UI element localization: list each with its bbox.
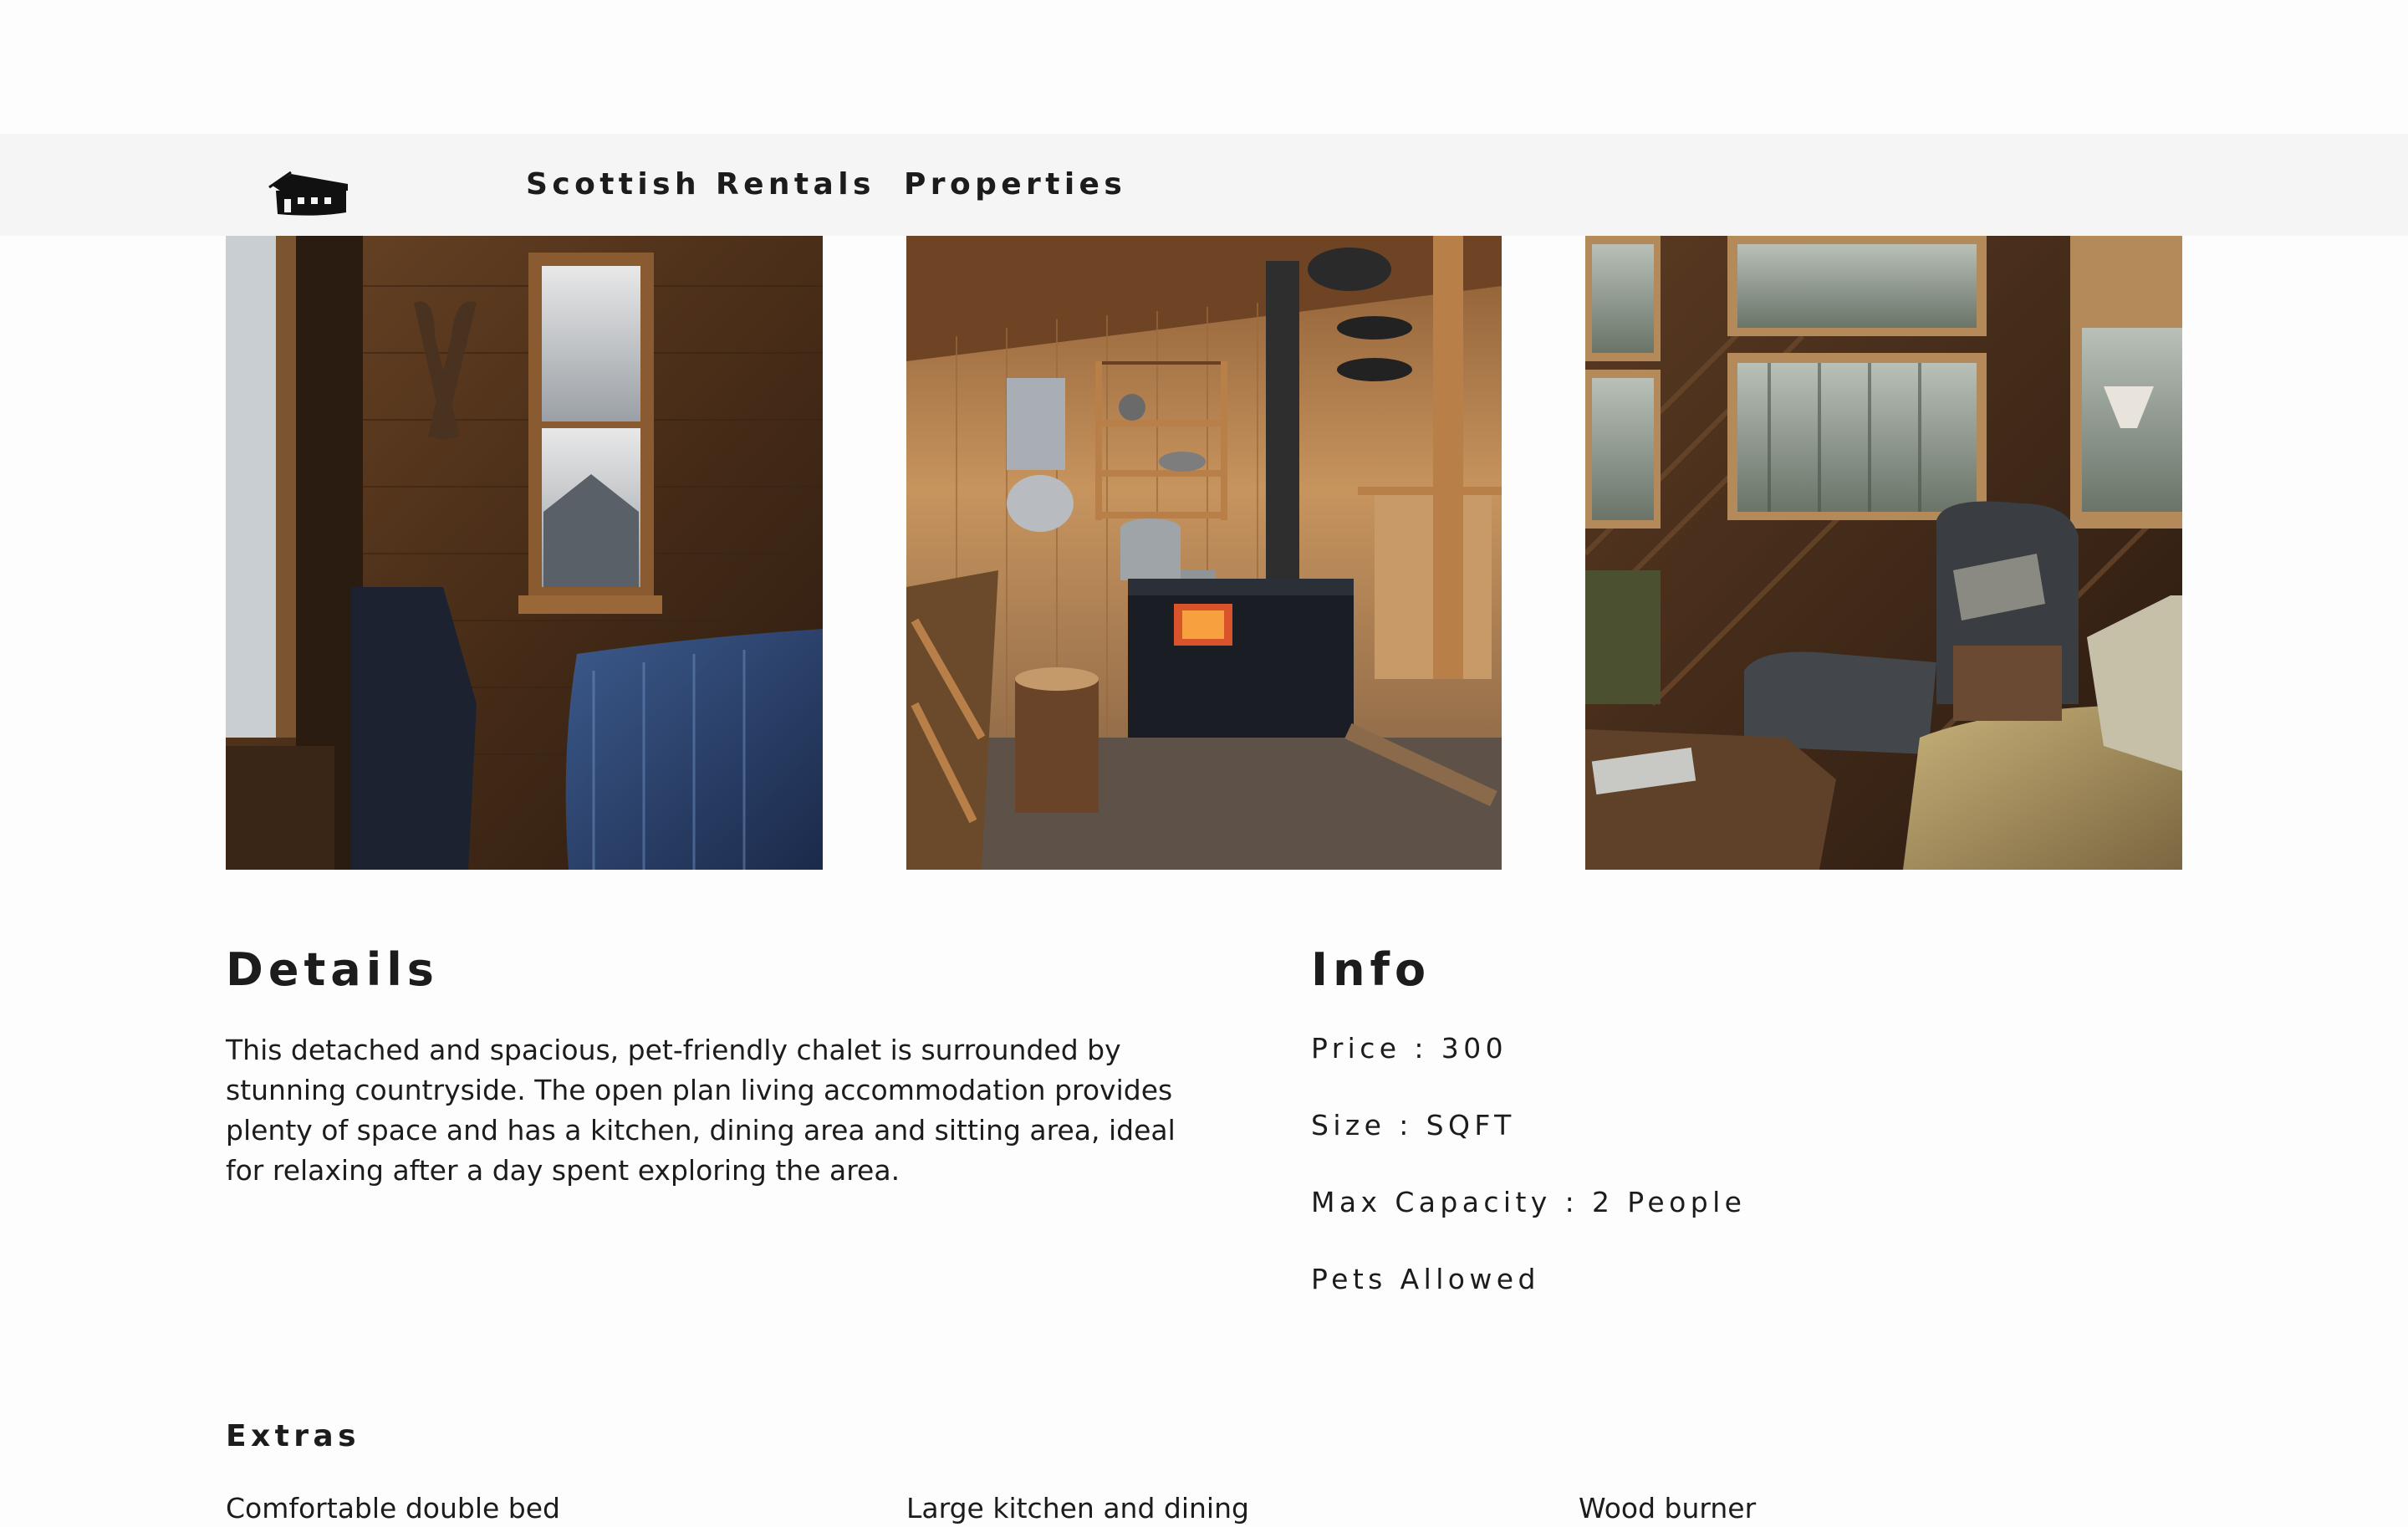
- info-heading: Info: [1311, 943, 1431, 996]
- cabin-sitting-area-photo: [1585, 236, 2182, 870]
- extras-list-item: Comfortable double bed: [226, 1492, 560, 1524]
- details-description: This detached and spacious, pet-friendly…: [226, 1034, 1176, 1187]
- extras-heading: Extras: [226, 1419, 360, 1453]
- info-capacity: Max Capacity : 2 People: [1311, 1186, 1747, 1218]
- cabin-wood-stove-kitchen-photo: [906, 236, 1502, 870]
- chalet-house-icon[interactable]: [268, 169, 351, 217]
- extras-list-item: Large kitchen and dining: [906, 1492, 1249, 1524]
- info-price: Price : 300: [1311, 1032, 1508, 1065]
- cabin-bedroom-photo: [226, 236, 823, 870]
- details-heading: Details: [226, 943, 439, 996]
- info-size: Size : SQFT: [1311, 1109, 1516, 1141]
- nav-brand-link[interactable]: Scottish Rentals: [526, 167, 875, 202]
- nav-properties-link[interactable]: Properties: [904, 167, 1126, 202]
- top-navbar: Scottish Rentals Properties: [0, 134, 2408, 236]
- extras-list-item: Wood burner: [1579, 1492, 1757, 1524]
- info-pets: Pets Allowed: [1311, 1263, 1540, 1295]
